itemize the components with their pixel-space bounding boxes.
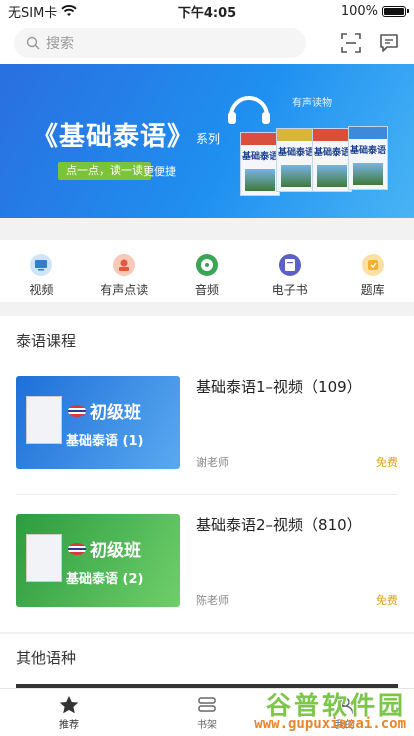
course-title: 基础泰语1–视频（109） xyxy=(196,378,362,396)
search-header: 搜索 xyxy=(0,22,414,64)
video-icon xyxy=(30,254,53,276)
category-ebook[interactable]: 电子书 xyxy=(248,240,331,302)
thai-flag-icon xyxy=(68,542,86,555)
banner-subtitle: 点一点，读一读 xyxy=(58,162,151,180)
course-book-label: 基础泰语 (2) xyxy=(66,572,144,587)
search-icon xyxy=(26,36,40,50)
category-audio-reader[interactable]: 有声点读 xyxy=(83,240,166,302)
category-video[interactable]: 视频 xyxy=(0,240,83,302)
search-input[interactable]: 搜索 xyxy=(14,28,306,58)
headphones-icon xyxy=(228,96,270,124)
carrier-label: 无SIM卡 xyxy=(8,5,58,21)
course-book-label: 基础泰语 (1) xyxy=(66,434,144,449)
banner-book: 基础泰语 xyxy=(312,128,352,192)
category-label: 电子书 xyxy=(271,283,308,297)
status-bar: 无SIM卡 下午4:05 100% xyxy=(0,0,414,22)
audio-reader-icon xyxy=(113,254,136,276)
star-icon xyxy=(59,696,79,714)
course-thumbnail: 初级班 基础泰语 (2) xyxy=(16,514,180,607)
category-label: 题库 xyxy=(360,283,385,297)
section-title: 其他语种 xyxy=(16,649,77,667)
course-price: 免费 xyxy=(376,456,398,469)
course-item[interactable]: 初级班 基础泰语 (2) 基础泰语2–视频（810） 陈老师 免费 xyxy=(16,514,398,610)
course-price: 免费 xyxy=(376,594,398,607)
tab-label: 书架 xyxy=(197,720,217,731)
category-label: 有声点读 xyxy=(100,283,149,297)
category-question-bank[interactable]: 题库 xyxy=(331,240,414,302)
course-teacher: 陈老师 xyxy=(196,594,229,607)
status-left: 无SIM卡 xyxy=(8,2,77,21)
book-cover-image xyxy=(26,396,62,444)
ebook-icon xyxy=(278,254,301,276)
book-cover-image xyxy=(26,534,62,582)
question-bank-icon xyxy=(361,254,384,276)
tab-recommend[interactable]: 推荐 xyxy=(0,689,138,736)
category-label: 视频 xyxy=(29,283,54,297)
banner-book: 基础泰语 xyxy=(348,126,388,190)
banner-easy: 更便捷 xyxy=(143,165,176,178)
tab-label: 推荐 xyxy=(59,720,79,731)
message-icon[interactable] xyxy=(378,32,400,54)
promo-banner[interactable]: 有声读物 《基础泰语》 系列 点一点，读一读 更便捷 基础泰语 基础泰语 基础泰… xyxy=(0,64,414,218)
course-level: 初级班 xyxy=(68,398,141,423)
banner-title: 《基础泰语》 xyxy=(32,122,195,152)
search-placeholder: 搜索 xyxy=(46,36,74,52)
banner-audio-label: 有声读物 xyxy=(292,98,332,109)
course-thumbnail: 初级班 基础泰语 (1) xyxy=(16,376,180,469)
site-watermark: 谷普软件园 www.gupuxiazai.com xyxy=(220,686,408,732)
banner-book: 基础泰语 xyxy=(276,128,316,192)
battery-percent: 100% xyxy=(340,3,378,19)
course-level: 初级班 xyxy=(68,536,141,561)
course-title: 基础泰语2–视频（810） xyxy=(196,516,362,534)
category-audio[interactable]: 音频 xyxy=(166,240,249,302)
thai-flag-icon xyxy=(68,404,86,417)
category-row: 视频 有声点读 音频 电子书 题库 xyxy=(0,240,414,302)
course-teacher: 谢老师 xyxy=(196,456,229,469)
wifi-icon xyxy=(61,5,77,16)
watermark-url: www.gupuxiazai.com xyxy=(254,716,406,732)
banner-series: 系列 xyxy=(196,132,221,146)
category-label: 音频 xyxy=(194,283,219,297)
course-item[interactable]: 初级班 基础泰语 (1) 基础泰语1–视频（109） 谢老师 免费 xyxy=(16,376,398,472)
scan-icon[interactable] xyxy=(340,32,362,54)
section-title: 泰语课程 xyxy=(16,332,77,350)
status-right: 100% xyxy=(340,3,409,19)
audio-disc-icon xyxy=(195,254,218,276)
banner-book: 基础泰语 xyxy=(240,132,280,196)
thai-course-section: 泰语课程 初级班 基础泰语 (1) 基础泰语1–视频（109） 谢老师 免费 初… xyxy=(0,316,414,632)
divider xyxy=(16,494,398,495)
bookshelf-icon xyxy=(198,697,216,712)
battery-icon xyxy=(382,5,409,17)
